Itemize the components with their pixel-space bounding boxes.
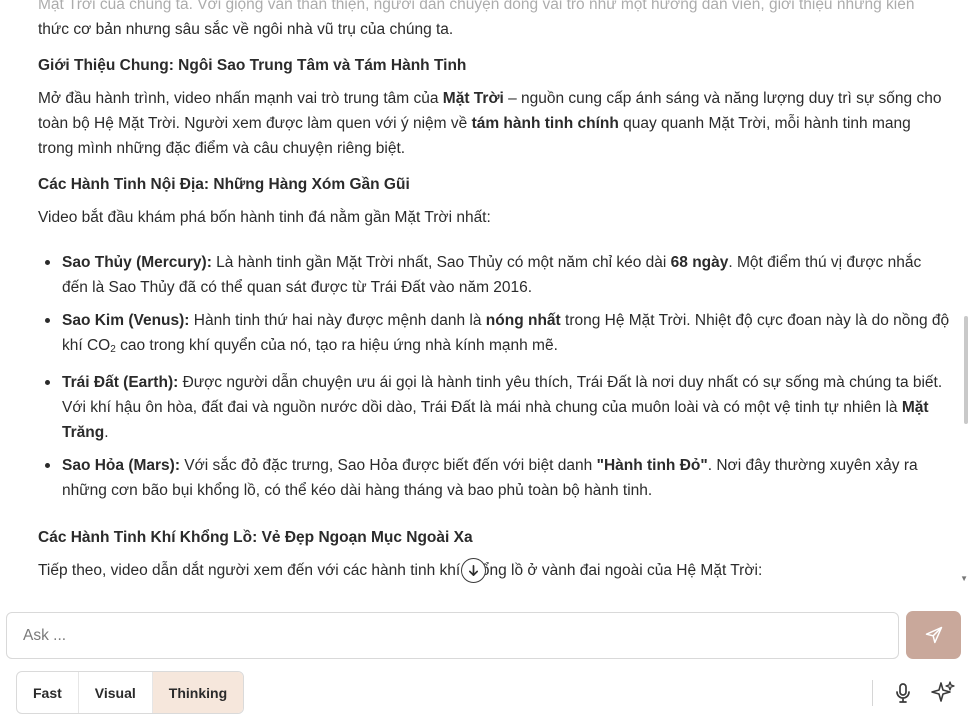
mode-fast-button[interactable]: Fast: [17, 672, 78, 713]
section-paragraph-intro: Mở đầu hành trình, video nhấn mạnh vai t…: [38, 90, 942, 157]
mode-visual-button[interactable]: Visual: [77, 672, 152, 713]
section-heading-intro: Giới Thiệu Chung: Ngôi Sao Trung Tâm và …: [38, 57, 467, 74]
list-item-mercury: Sao Thủy (Mercury): Là hành tinh gần Mặt…: [38, 250, 950, 300]
intro-paragraph: Mặt Trời của chúng ta. Với giọng văn thâ…: [38, 0, 950, 42]
content-scrollbar[interactable]: ▼: [960, 0, 969, 590]
scrollbar-down-arrow-icon[interactable]: ▼: [960, 574, 968, 583]
send-button[interactable]: [906, 611, 961, 659]
list-item-mars: Sao Hỏa (Mars): Với sắc đỏ đặc trưng, Sa…: [38, 453, 950, 503]
section-heading-gas-giants: Các Hành Tinh Khí Khổng Lồ: Vẻ Đẹp Ngoạn…: [38, 529, 473, 546]
microphone-icon: [896, 683, 910, 703]
mode-thinking-button[interactable]: Thinking: [151, 672, 244, 713]
ask-input-box[interactable]: [6, 612, 899, 659]
intro-end-line: thức cơ bản nhưng sâu sắc về ngôi nhà vũ…: [38, 21, 454, 38]
toolbar-divider: [872, 680, 873, 706]
section-heading-inner-planets: Các Hành Tinh Nội Địa: Những Hàng Xóm Gầ…: [38, 176, 410, 193]
mode-selector: Fast Visual Thinking: [16, 671, 245, 714]
microphone-button[interactable]: [891, 681, 915, 705]
intro-cut-line: Mặt Trời của chúng ta. Với giọng văn thâ…: [38, 0, 915, 13]
arrow-down-icon: [468, 565, 479, 576]
list-item-earth: Trái Đất (Earth): Được người dẫn chuyện …: [38, 370, 950, 445]
sparkle-icon: [931, 681, 955, 702]
assistant-message: Mặt Trời của chúng ta. Với giọng văn thâ…: [38, 0, 950, 590]
ask-input[interactable]: [23, 613, 883, 658]
scroll-to-bottom-button[interactable]: [461, 558, 486, 583]
list-item-venus: Sao Kim (Venus): Hành tinh thứ hai này đ…: [38, 308, 950, 362]
section-paragraph-gas-giants: Tiếp theo, video dẫn dắt người xem đến v…: [38, 562, 763, 579]
sparkle-button[interactable]: [930, 680, 956, 706]
chat-message-area: Mặt Trời của chúng ta. Với giọng văn thâ…: [0, 0, 969, 590]
scrollbar-thumb[interactable]: [964, 316, 968, 424]
paper-plane-icon: [925, 626, 942, 644]
section-paragraph-inner-planets: Video bắt đầu khám phá bốn hành tinh đá …: [38, 209, 491, 226]
planet-list: Sao Thủy (Mercury): Là hành tinh gần Mặt…: [38, 250, 950, 503]
